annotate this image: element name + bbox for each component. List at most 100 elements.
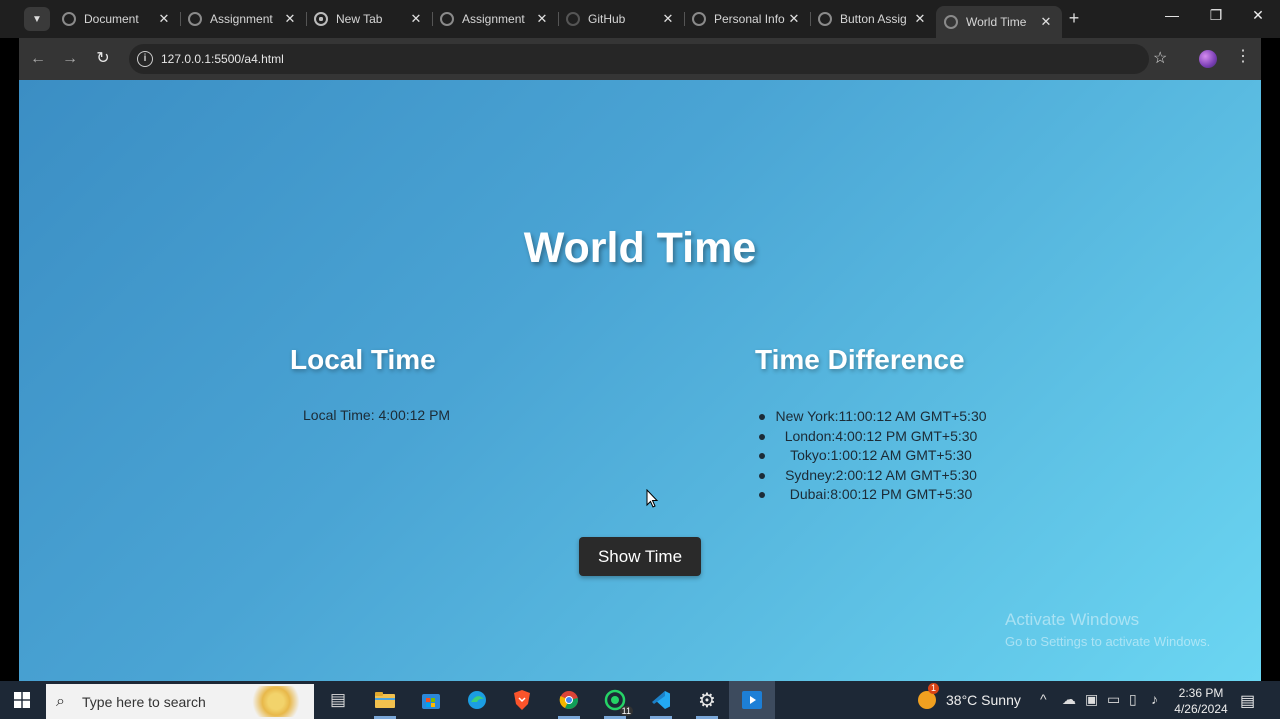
minimize-button[interactable]: — — [1150, 0, 1194, 30]
settings-gear-icon[interactable]: ⚙ — [693, 686, 721, 714]
battery-icon[interactable]: ▭ — [1107, 691, 1120, 708]
kebab-menu-icon[interactable]: ⋮ — [1235, 46, 1251, 66]
tab-assignment[interactable]: Assignment ✕ — [180, 6, 306, 32]
bookmark-star-icon[interactable]: ☆ — [1153, 48, 1167, 68]
back-button[interactable]: ← — [27, 48, 49, 70]
tab-label: Personal Info — [714, 12, 785, 26]
tab-label: Button Assig — [840, 12, 907, 26]
clock-time: 2:36 PM — [1178, 686, 1224, 700]
reload-icon: ↻ — [96, 50, 110, 67]
list-item: London:4:00:12 PM GMT+5:30 — [759, 427, 989, 447]
tab-label: Document — [84, 12, 139, 26]
clock-date: 4/26/2024 — [1174, 702, 1228, 716]
globe-icon — [944, 15, 958, 29]
watermark-title: Activate Windows — [1005, 610, 1140, 629]
forward-button[interactable]: → — [59, 48, 81, 70]
notification-badge: 11 — [619, 706, 633, 716]
tab-label: Assignment — [462, 12, 525, 26]
globe-icon — [62, 12, 76, 26]
close-icon[interactable]: ✕ — [1038, 14, 1054, 30]
taskbar-search-input[interactable]: ⌕ Type here to search — [46, 684, 314, 719]
tab-search-button[interactable]: ▼ — [24, 7, 50, 31]
local-time-value: Local Time: 4:00:12 PM — [303, 407, 451, 423]
tab-new-tab[interactable]: New Tab ✕ — [306, 6, 432, 32]
tab-world-time[interactable]: World Time ✕ — [936, 6, 1062, 38]
globe-icon — [188, 12, 202, 26]
tab-label: Assignment — [210, 12, 273, 26]
tab-personal-info[interactable]: Personal Info ✕ — [684, 6, 810, 32]
list-item: New York:11:00:12 AM GMT+5:30 — [759, 407, 989, 427]
github-icon — [566, 12, 580, 26]
weather-badge: 1 — [928, 683, 939, 694]
arrow-left-icon: ← — [30, 50, 46, 67]
page-title: World Time — [523, 224, 757, 272]
plus-icon: + — [1068, 8, 1080, 28]
chrome-icon — [314, 12, 328, 26]
page-content: World Time Local Time Local Time: 4:00:1… — [19, 80, 1261, 681]
microsoft-store-icon[interactable] — [417, 686, 445, 714]
vscode-icon[interactable] — [647, 686, 675, 714]
tab-label: New Tab — [336, 12, 383, 26]
close-icon[interactable]: ✕ — [786, 11, 802, 27]
windows-logo-icon — [14, 692, 30, 708]
globe-icon — [818, 12, 832, 26]
globe-icon — [692, 12, 706, 26]
volume-icon[interactable]: ♪ — [1151, 691, 1158, 707]
search-highlight-image — [252, 686, 312, 717]
browser-tab-strip: ▼ Document ✕ Assignment ✕ New Tab ✕ Assi… — [0, 0, 1280, 38]
weather-text: 38°C Sunny — [946, 692, 1021, 708]
url-text: 127.0.0.1:5500/a4.html — [161, 52, 284, 66]
edge-icon[interactable] — [463, 686, 491, 714]
time-zone-list: New York:11:00:12 AM GMT+5:30 London:4:0… — [759, 407, 989, 505]
new-tab-button[interactable]: + — [1064, 8, 1084, 28]
minimize-icon: — — [1165, 7, 1179, 23]
tab-document[interactable]: Document ✕ — [54, 6, 180, 32]
search-placeholder: Type here to search — [82, 694, 206, 710]
close-icon[interactable]: ✕ — [912, 11, 928, 27]
notification-center-icon[interactable]: ▤ — [1240, 691, 1255, 711]
start-button[interactable] — [0, 681, 44, 719]
mouse-cursor-icon — [646, 489, 659, 508]
close-icon[interactable]: ✕ — [534, 11, 550, 27]
arrow-right-icon: → — [62, 50, 78, 67]
close-icon[interactable]: ✕ — [156, 11, 172, 27]
restore-icon: ❐ — [1209, 7, 1223, 23]
local-time-heading: Local Time — [290, 344, 436, 375]
task-view-icon[interactable]: ▤ — [324, 686, 352, 714]
onedrive-icon[interactable]: ☁ — [1062, 691, 1076, 708]
chevron-up-icon[interactable]: ^ — [1040, 691, 1047, 707]
media-player-icon[interactable] — [729, 681, 775, 719]
browser-toolbar: ← → ↻ i 127.0.0.1:5500/a4.html ☆ ⋮ — [19, 38, 1261, 80]
taskbar-clock[interactable]: 2:36 PM 4/26/2024 — [1170, 685, 1232, 717]
close-icon: ✕ — [1252, 7, 1264, 23]
tab-button-assignment[interactable]: Button Assig ✕ — [810, 6, 936, 32]
profile-avatar[interactable] — [1199, 50, 1217, 68]
close-icon[interactable]: ✕ — [660, 11, 676, 27]
brave-icon[interactable] — [508, 686, 536, 714]
list-item: Tokyo:1:00:12 AM GMT+5:30 — [759, 446, 989, 466]
weather-widget[interactable]: 38°C Sunny 1 — [918, 683, 1021, 709]
close-icon[interactable]: ✕ — [408, 11, 424, 27]
reload-button[interactable]: ↻ — [92, 48, 114, 70]
security-icon[interactable]: ▣ — [1085, 691, 1098, 708]
address-bar[interactable]: i 127.0.0.1:5500/a4.html — [129, 44, 1149, 74]
globe-icon — [440, 12, 454, 26]
site-info-icon[interactable]: i — [137, 51, 153, 67]
restore-button[interactable]: ❐ — [1194, 0, 1238, 30]
list-item: Sydney:2:00:12 AM GMT+5:30 — [759, 466, 989, 486]
network-icon[interactable]: ▯ — [1129, 691, 1137, 708]
search-icon: ⌕ — [56, 693, 65, 710]
show-time-button[interactable]: Show Time — [579, 537, 701, 576]
close-icon[interactable]: ✕ — [282, 11, 298, 27]
file-explorer-icon[interactable] — [371, 686, 399, 714]
tab-assignment-2[interactable]: Assignment ✕ — [432, 6, 558, 32]
chrome-icon[interactable] — [555, 686, 583, 714]
window-close-button[interactable]: ✕ — [1236, 0, 1280, 30]
tab-github[interactable]: GitHub ✕ — [558, 6, 684, 32]
whatsapp-icon[interactable]: 11 — [601, 686, 633, 716]
tab-label: GitHub — [588, 12, 626, 26]
watermark-subtitle: Go to Settings to activate Windows. — [1005, 634, 1211, 649]
windows-taskbar: ⌕ Type here to search ▤ 11 ⚙ 38°C Sunny … — [0, 681, 1280, 719]
activate-windows-watermark: Activate Windows Go to Settings to activ… — [1005, 610, 1210, 649]
tab-label: World Time — [966, 15, 1027, 29]
